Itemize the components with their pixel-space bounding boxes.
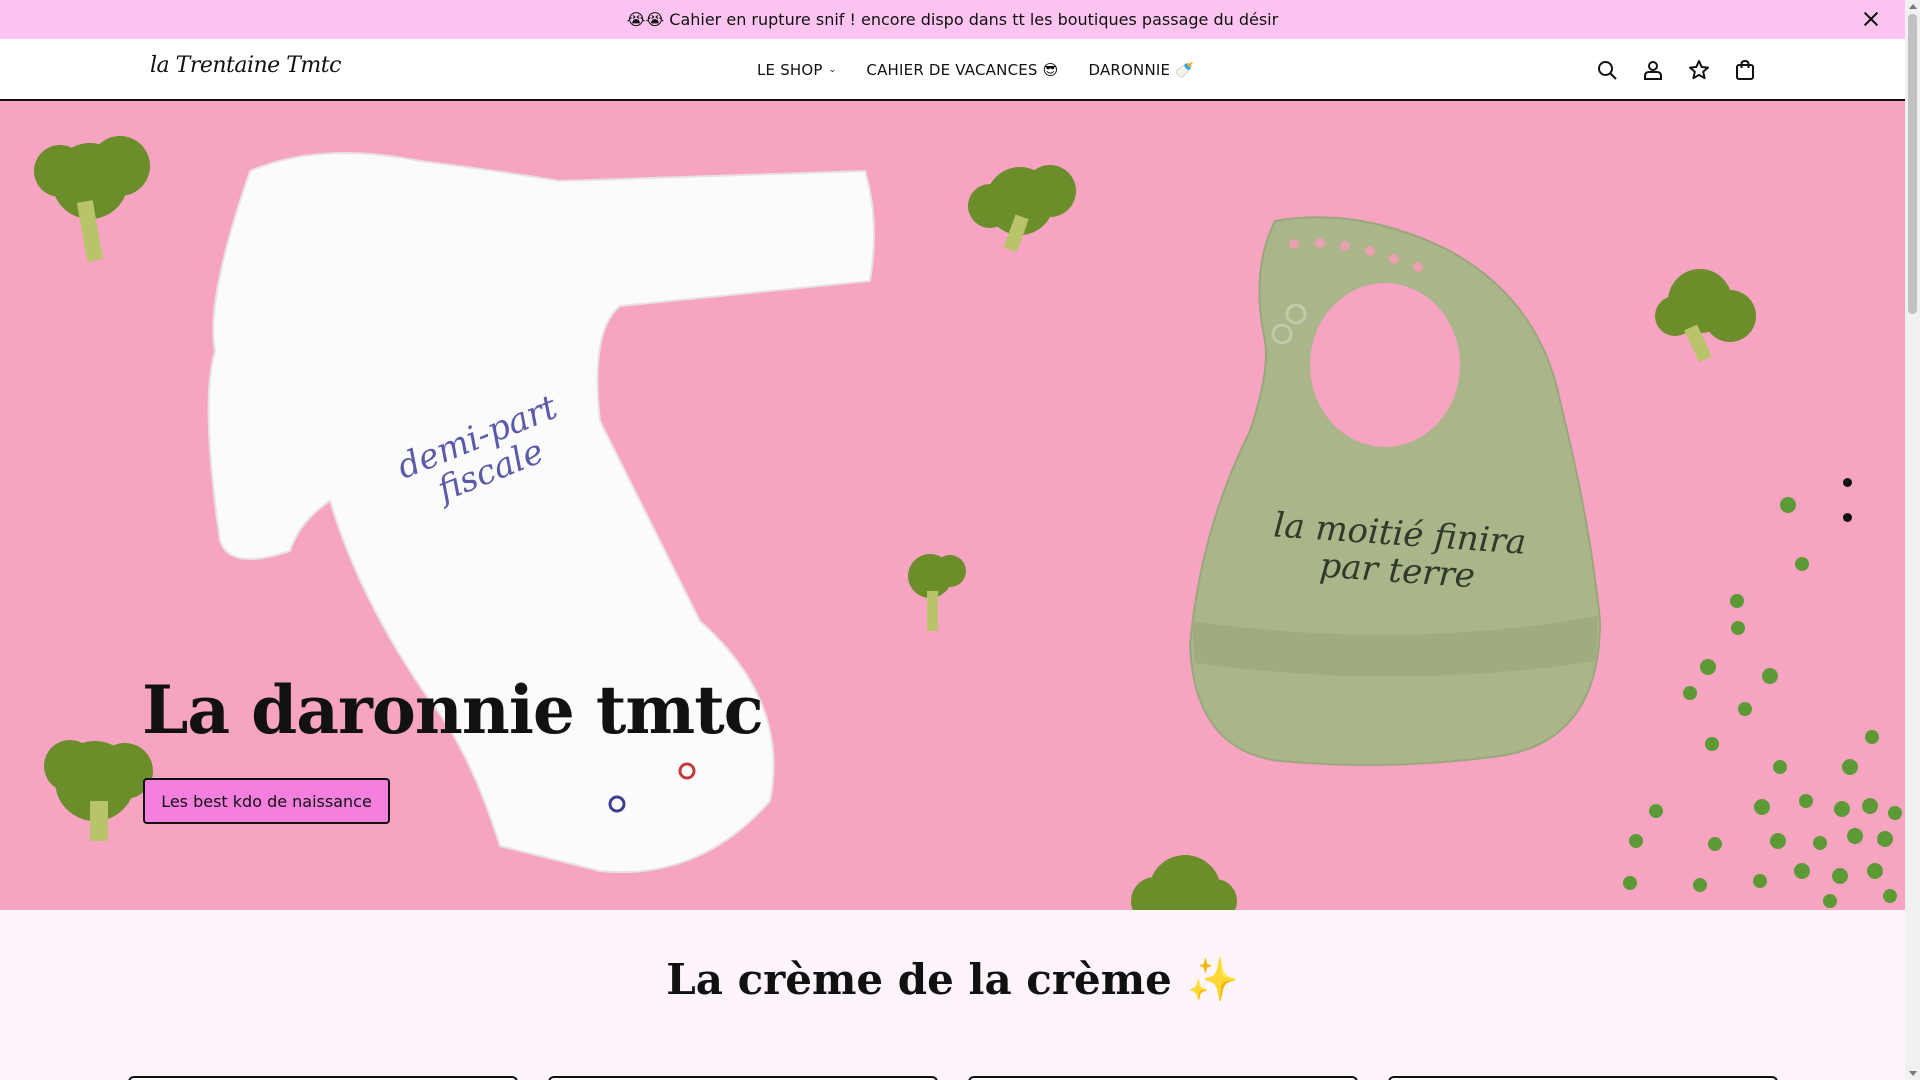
close-icon[interactable] [1861, 9, 1881, 29]
site-header: la Trentaine Tmtc LE SHOP ⌄ CAHIER DE VA… [0, 39, 1905, 101]
nav-item-label: LE SHOP [757, 61, 823, 79]
broccoli-icon [1655, 269, 1756, 363]
main-nav: LE SHOP ⌄ CAHIER DE VACANCES 😎 DARONNIE … [757, 39, 1194, 101]
nav-item-label: DARONNIE 🍼 [1088, 61, 1195, 79]
search-icon[interactable] [1595, 58, 1619, 82]
slide-dot[interactable] [1843, 478, 1852, 487]
hero-banner: demi-part fiscale la moitié finira par t… [0, 101, 1905, 910]
announcement-bar: 😭😭 Cahier en rupture snif ! encore dispo… [0, 0, 1905, 39]
nav-item-cahier-de-vacances[interactable]: CAHIER DE VACANCES 😎 [866, 61, 1058, 79]
broccoli-icon [34, 136, 150, 262]
announcement-text: 😭😭 Cahier en rupture snif ! encore dispo… [626, 10, 1279, 29]
product-card[interactable] [1388, 1076, 1778, 1080]
nav-item-le-shop[interactable]: LE SHOP ⌄ [757, 61, 836, 79]
broccoli-icon [1131, 855, 1237, 910]
broccoli-icon [44, 740, 153, 841]
scroll-down-icon[interactable] [1909, 1071, 1917, 1076]
account-icon[interactable] [1641, 58, 1665, 82]
product-cards [128, 1076, 1778, 1080]
product-card[interactable] [548, 1076, 938, 1080]
broccoli-icon [908, 554, 966, 631]
nav-item-label: CAHIER DE VACANCES 😎 [866, 61, 1059, 79]
header-icons [1595, 58, 1757, 82]
section-title: La crème de la crème ✨ [666, 955, 1239, 1004]
nav-item-daronnie[interactable]: DARONNIE 🍼 [1088, 61, 1194, 79]
bib-illustration [1188, 216, 1602, 766]
bodysuit-illustration [207, 152, 875, 874]
chevron-down-icon: ⌄ [828, 65, 837, 75]
product-card[interactable] [128, 1076, 518, 1080]
slide-dot[interactable] [1843, 513, 1852, 522]
wishlist-star-icon[interactable] [1687, 58, 1711, 82]
broccoli-icon [968, 165, 1076, 253]
slider-dots [1843, 478, 1852, 522]
product-card[interactable] [968, 1076, 1358, 1080]
cart-bag-icon[interactable] [1733, 58, 1757, 82]
hero-title: La daronnie tmtc [142, 671, 764, 749]
logo[interactable]: la Trentaine Tmtc [150, 53, 341, 78]
scrollbar-thumb[interactable] [1908, 14, 1917, 314]
scroll-up-icon[interactable] [1909, 4, 1917, 9]
peas [1623, 497, 1902, 908]
scrollbar[interactable] [1905, 0, 1920, 1080]
best-gifts-button[interactable]: Les best kdo de naissance [143, 778, 390, 824]
